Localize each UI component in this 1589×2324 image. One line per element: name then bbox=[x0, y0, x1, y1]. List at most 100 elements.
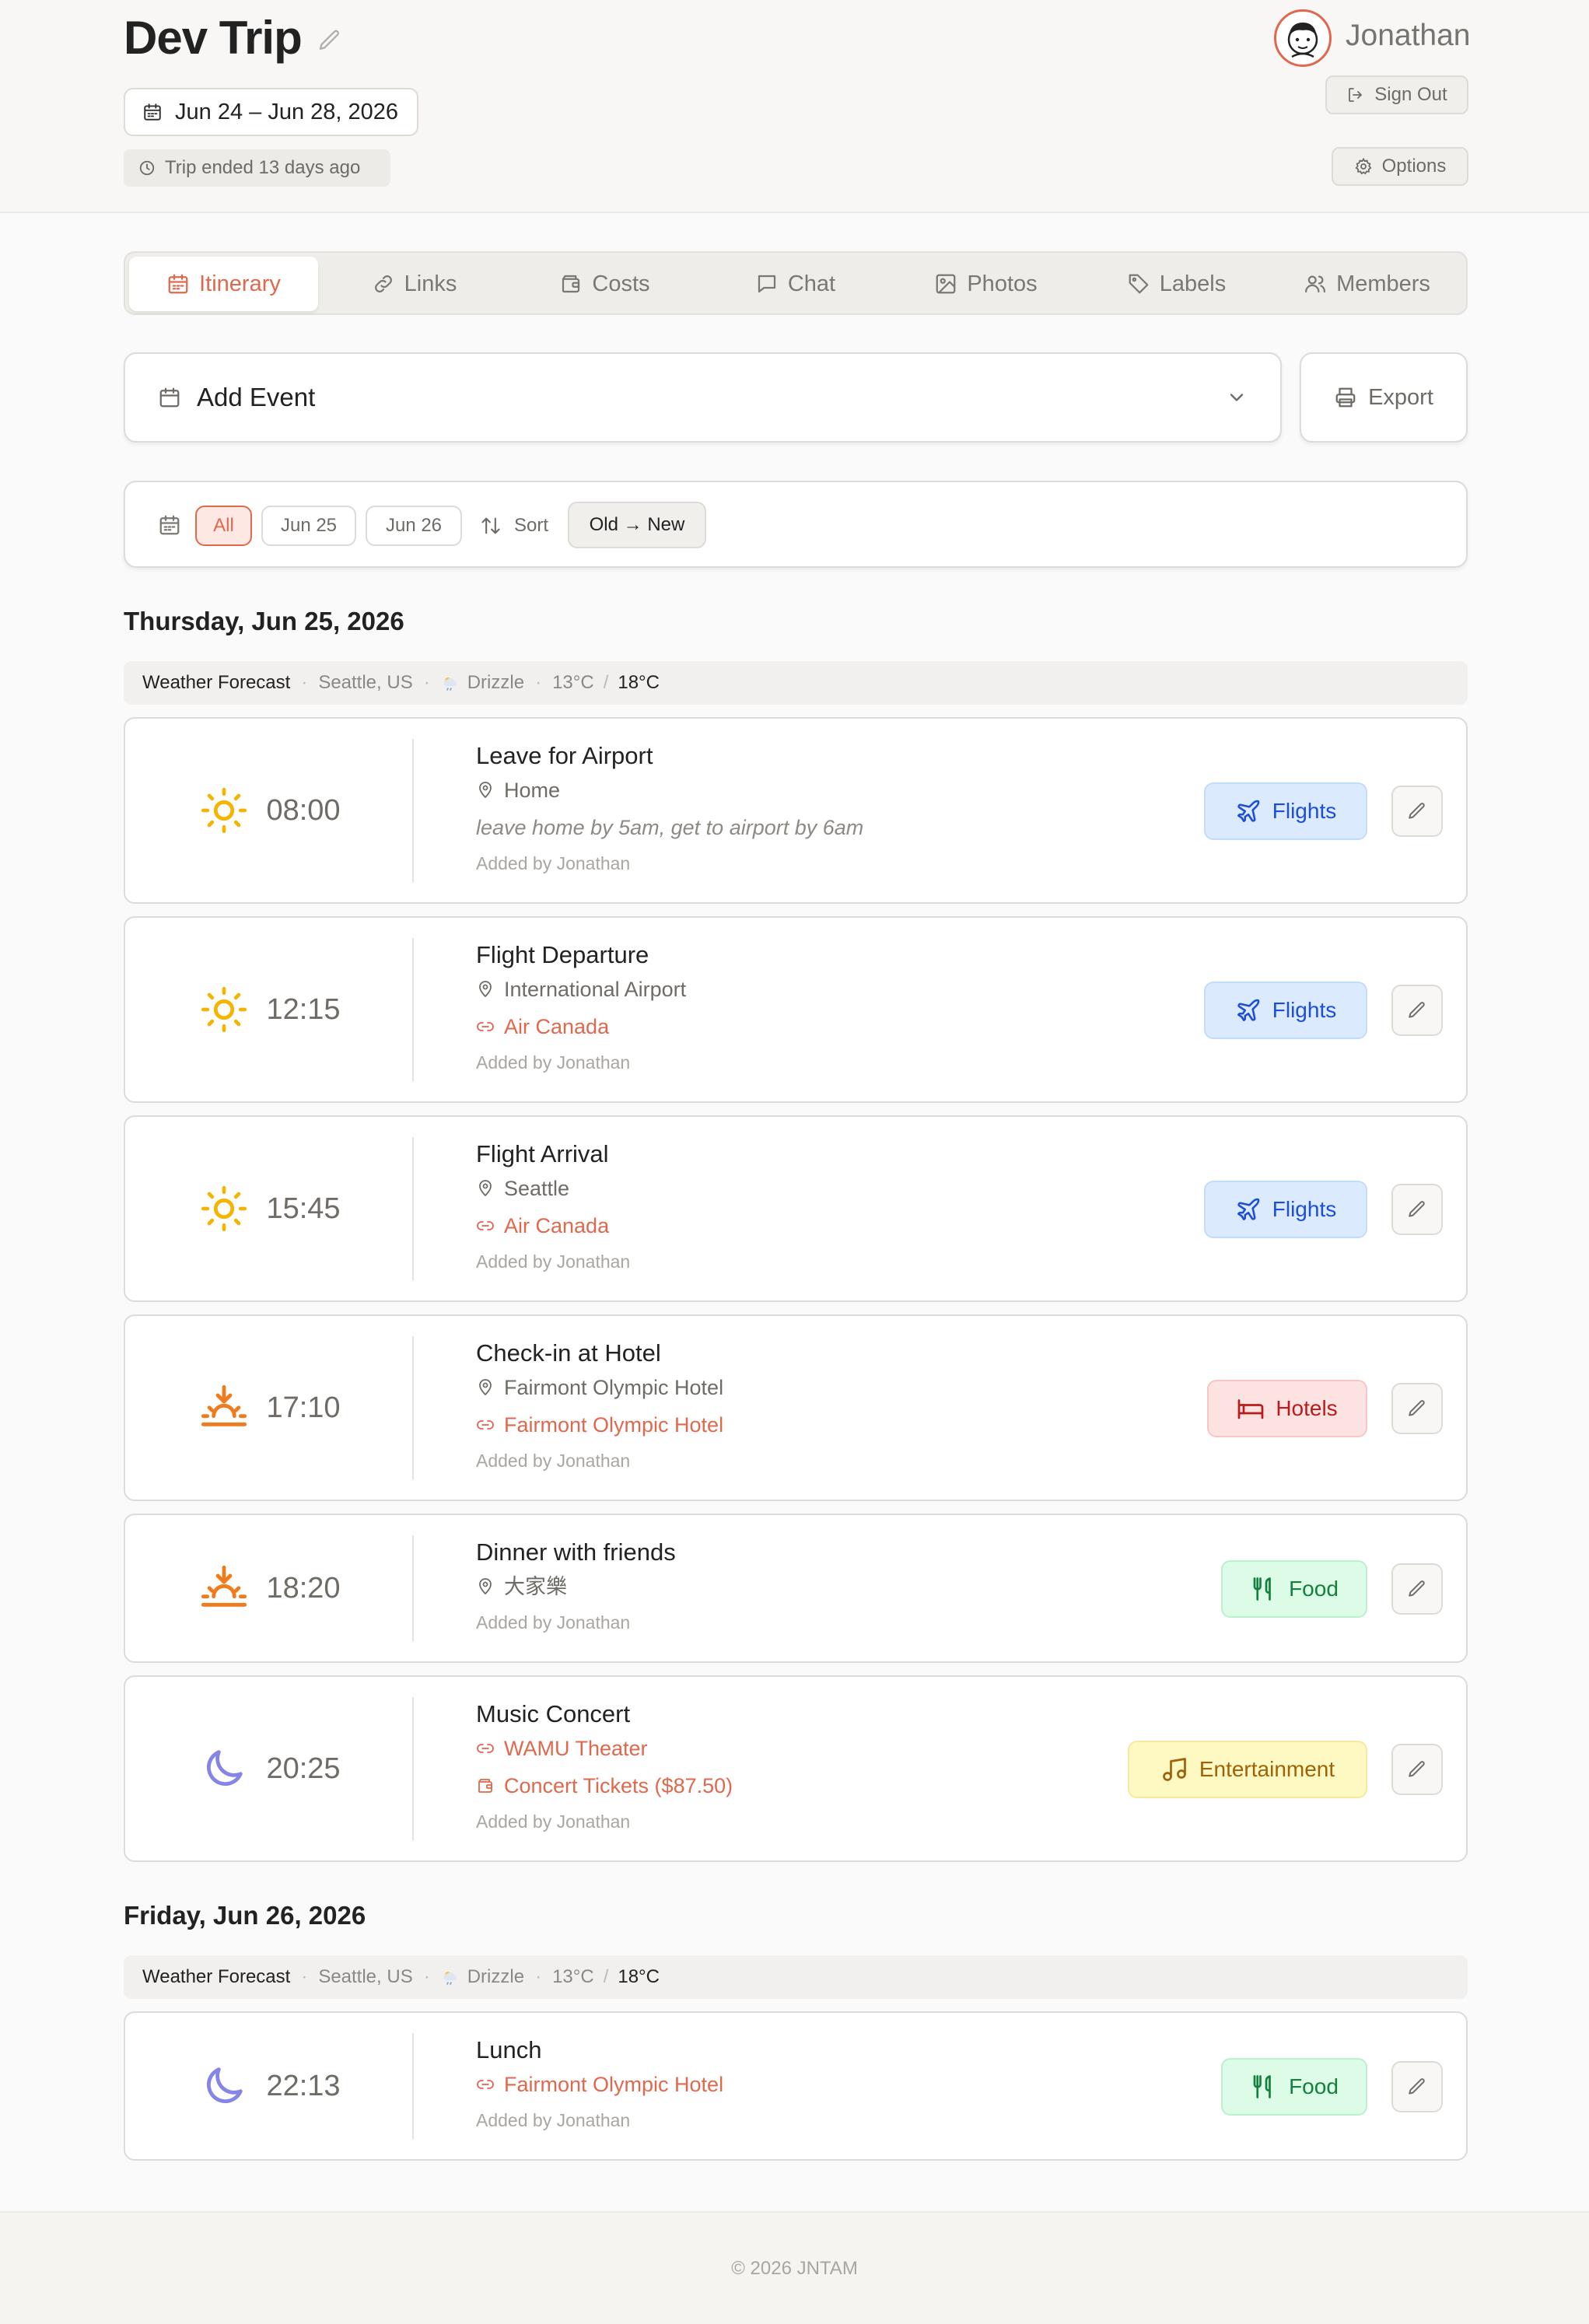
bed-icon bbox=[1237, 1399, 1264, 1419]
label-badge-flights[interactable]: Flights bbox=[1204, 1181, 1367, 1238]
tab-bar: Itinerary Links Costs Chat Photos Labels… bbox=[124, 251, 1468, 315]
event-title: Music Concert bbox=[476, 1700, 631, 1727]
edit-event-button[interactable] bbox=[1391, 985, 1443, 1036]
tab-costs[interactable]: Costs bbox=[510, 257, 699, 311]
wallet-icon bbox=[562, 275, 580, 293]
utensils-icon bbox=[1253, 1577, 1271, 1601]
link-icon bbox=[477, 1221, 494, 1230]
calendar-icon bbox=[144, 103, 161, 121]
edit-event-button[interactable] bbox=[1391, 1563, 1443, 1615]
link-icon bbox=[477, 1744, 494, 1753]
weather-forecast: Weather Forecast · Seattle, US · Drizzle · … bbox=[124, 661, 1468, 705]
options-button[interactable]: Options bbox=[1332, 147, 1468, 186]
tab-labels[interactable]: Labels bbox=[1082, 257, 1271, 311]
event-added-by: Added by Jonathan bbox=[476, 1052, 631, 1073]
edit-event-button[interactable] bbox=[1391, 1383, 1443, 1434]
event-title: Dinner with friends bbox=[476, 1538, 676, 1566]
event-added-by: Added by Jonathan bbox=[476, 1251, 631, 1272]
trip-date-range[interactable]: Jun 24 – Jun 28, 2026 bbox=[124, 88, 418, 136]
edit-event-button[interactable] bbox=[1391, 786, 1443, 837]
map-pin-icon bbox=[479, 1578, 492, 1595]
event-link[interactable]: Fairmont Olympic Hotel bbox=[476, 2066, 1171, 2103]
weather-forecast: Weather Forecast · Seattle, US · Drizzle · … bbox=[124, 1955, 1468, 1999]
event-title: Flight Departure bbox=[476, 941, 649, 968]
footer: © 2026 JNTAM bbox=[0, 2211, 1589, 2324]
utensils-icon bbox=[1253, 2075, 1271, 2098]
event-added-by: Added by Jonathan bbox=[476, 1612, 631, 1633]
event-card[interactable]: 17:10 Check-in at Hotel Fairmont Olympic… bbox=[124, 1314, 1468, 1501]
event-card[interactable]: 22:13 Lunch Fairmont Olympic Hotel Added… bbox=[124, 2011, 1468, 2161]
calendar-icon bbox=[168, 274, 188, 294]
sign-out-button[interactable]: Sign Out bbox=[1325, 75, 1468, 114]
label-badge-hotels[interactable]: Hotels bbox=[1207, 1380, 1367, 1437]
sort-label: Sort bbox=[480, 506, 548, 546]
link-icon bbox=[477, 1022, 494, 1031]
label-badge-food[interactable]: Food bbox=[1221, 1560, 1367, 1618]
sun-icon bbox=[201, 986, 247, 1033]
sort-order-toggle[interactable]: Old → New bbox=[568, 502, 706, 548]
sort-arrows-icon bbox=[481, 517, 500, 534]
tab-photos[interactable]: Photos bbox=[891, 257, 1080, 311]
label-badge-entertainment[interactable]: Entertainment bbox=[1128, 1741, 1367, 1798]
users-icon bbox=[1305, 275, 1326, 293]
label-badge-flights[interactable]: Flights bbox=[1204, 982, 1367, 1039]
event-card[interactable]: 15:45 Flight Arrival Seattle Air Canada … bbox=[124, 1115, 1468, 1302]
export-button[interactable]: Export bbox=[1300, 352, 1468, 443]
pencil-icon bbox=[1409, 803, 1425, 819]
date-range-text: Jun 24 – Jun 28, 2026 bbox=[175, 99, 399, 124]
tab-links[interactable]: Links bbox=[320, 257, 509, 311]
event-card[interactable]: 08:00 Leave for Airport Home leave home … bbox=[124, 717, 1468, 904]
map-pin-icon bbox=[479, 782, 492, 799]
drizzle-icon bbox=[443, 677, 457, 691]
clock-icon bbox=[139, 160, 155, 176]
event-card[interactable]: 12:15 Flight Departure International Air… bbox=[124, 916, 1468, 1103]
tab-chat[interactable]: Chat bbox=[701, 257, 890, 311]
pencil-icon[interactable] bbox=[317, 28, 342, 53]
pencil-icon bbox=[1409, 1580, 1425, 1597]
calendar-icon bbox=[159, 515, 180, 535]
event-added-by: Added by Jonathan bbox=[476, 853, 631, 873]
event-added-by: Added by Jonathan bbox=[476, 2110, 631, 2130]
event-link[interactable]: Fairmont Olympic Hotel bbox=[476, 1406, 1171, 1444]
trip-status-badge: Trip ended 13 days ago bbox=[124, 149, 390, 187]
event-title: Flight Arrival bbox=[476, 1140, 609, 1167]
event-time: 20:25 bbox=[266, 1752, 341, 1785]
plane-icon bbox=[1237, 1198, 1260, 1221]
event-time: 22:13 bbox=[266, 2069, 341, 2102]
sunset-icon bbox=[201, 1565, 247, 1607]
tab-itinerary[interactable]: Itinerary bbox=[129, 257, 318, 311]
link-icon bbox=[477, 2080, 494, 2089]
filter-chip-jun-25[interactable]: Jun 25 bbox=[261, 506, 356, 546]
add-event-dropdown[interactable]: Add Event bbox=[124, 352, 1282, 443]
event-card[interactable]: 18:20 Dinner with friends 大家樂 Added by J… bbox=[124, 1514, 1468, 1663]
event-title: Check-in at Hotel bbox=[476, 1339, 661, 1367]
edit-event-button[interactable] bbox=[1391, 1184, 1443, 1235]
link-icon bbox=[477, 1420, 494, 1430]
event-cost[interactable]: Concert Tickets ($87.50) bbox=[476, 1767, 1171, 1804]
chevron-down-icon bbox=[1230, 394, 1244, 401]
tab-members[interactable]: Members bbox=[1272, 257, 1461, 311]
map-pin-icon bbox=[479, 981, 492, 998]
filter-chip-jun-26[interactable]: Jun 26 bbox=[366, 506, 462, 546]
event-link[interactable]: Air Canada bbox=[476, 1008, 1171, 1045]
filter-chip-all[interactable]: All bbox=[195, 506, 252, 546]
event-link[interactable]: Air Canada bbox=[476, 1207, 1171, 1244]
event-title: Leave for Airport bbox=[476, 742, 653, 769]
export-label: Export bbox=[1368, 384, 1433, 410]
edit-event-button[interactable] bbox=[1391, 2061, 1443, 2112]
moon-icon bbox=[207, 2067, 243, 2103]
wallet-icon bbox=[478, 1779, 492, 1793]
avatar[interactable] bbox=[1274, 9, 1332, 67]
event-time: 12:15 bbox=[266, 992, 341, 1026]
sign-out-label: Sign Out bbox=[1374, 84, 1447, 105]
event-card[interactable]: 20:25 Music Concert WAMU Theater Concert… bbox=[124, 1675, 1468, 1862]
trip-status-text: Trip ended 13 days ago bbox=[165, 157, 361, 178]
event-location: 大家樂 bbox=[476, 1568, 1171, 1605]
event-link[interactable]: WAMU Theater bbox=[476, 1730, 1171, 1767]
event-note: leave home by 5am, get to airport by 6am bbox=[476, 816, 864, 839]
label-badge-flights[interactable]: Flights bbox=[1204, 782, 1367, 840]
pencil-icon bbox=[1409, 1400, 1425, 1416]
event-time: 17:10 bbox=[266, 1391, 341, 1424]
edit-event-button[interactable] bbox=[1391, 1744, 1443, 1795]
label-badge-food[interactable]: Food bbox=[1221, 2058, 1367, 2116]
